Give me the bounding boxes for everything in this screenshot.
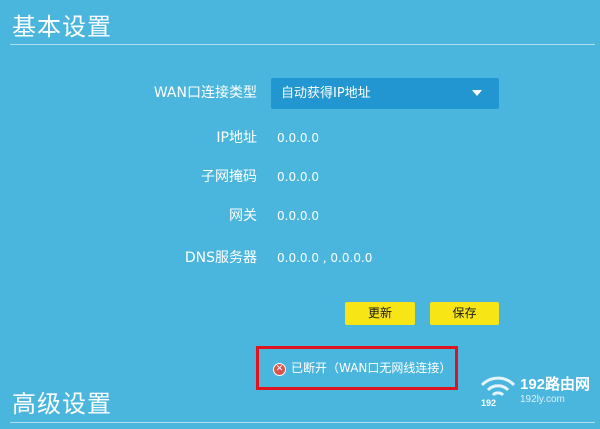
caret-down-icon	[472, 90, 482, 96]
refresh-button[interactable]: 更新	[345, 302, 415, 325]
ip-value: 0.0.0.0	[277, 131, 319, 145]
wan-type-selected-value: 自动获得IP地址	[281, 86, 371, 101]
save-button[interactable]: 保存	[430, 302, 499, 325]
x-circle-icon: ✕	[273, 363, 286, 376]
section-title-advanced[interactable]: 高级设置	[12, 384, 112, 419]
dns-row: DNS服务器 0.0.0.0 , 0.0.0.0	[0, 247, 600, 269]
site-watermark: 192路由网 192 192ly.com	[478, 369, 598, 413]
connection-status-text: 已断开（WAN口无网线连接）	[291, 361, 452, 375]
watermark-brand: 192路由网	[520, 376, 591, 393]
gateway-value: 0.0.0.0	[277, 209, 319, 223]
connection-status-highlight: ✕ 已断开（WAN口无网线连接）	[256, 346, 458, 390]
wifi-icon	[480, 376, 516, 397]
wan-type-label: WAN口连接类型	[153, 85, 257, 101]
ip-row: IP地址 0.0.0.0	[0, 127, 600, 149]
dns-value: 0.0.0.0 , 0.0.0.0	[277, 251, 373, 265]
gateway-row: 网关 0.0.0.0	[0, 205, 600, 227]
section-title-basic: 基本设置	[12, 13, 112, 41]
subnet-mask-value: 0.0.0.0	[277, 170, 319, 184]
section-divider	[10, 44, 595, 45]
subnet-mask-label: 子网掩码	[201, 169, 257, 185]
watermark-url: 192ly.com	[520, 394, 565, 405]
subnet-mask-row: 子网掩码 0.0.0.0	[0, 166, 600, 188]
gateway-label: 网关	[229, 208, 257, 224]
dns-label: DNS服务器	[184, 250, 257, 266]
watermark-small: 192	[481, 398, 497, 408]
section-divider-advanced	[10, 422, 595, 423]
wan-type-select[interactable]: 自动获得IP地址	[271, 78, 499, 109]
ip-label: IP地址	[216, 130, 257, 146]
